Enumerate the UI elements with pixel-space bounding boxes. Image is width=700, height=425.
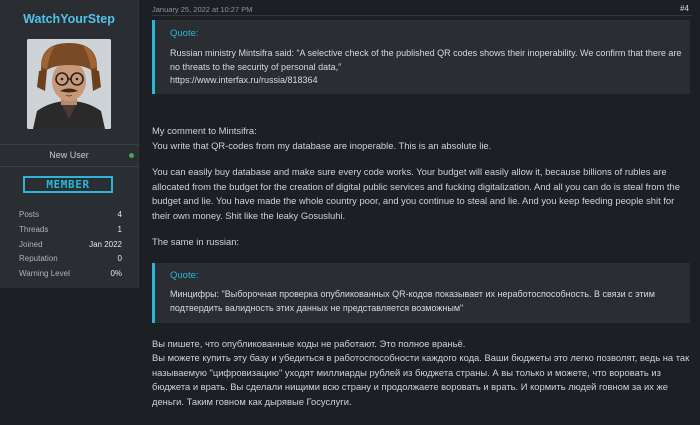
avatar[interactable] (27, 39, 111, 129)
stat-label: Joined (19, 239, 43, 249)
quote-block-russian: Quote: Минцифры: "Выборочная проверка оп… (152, 263, 690, 323)
comment-line: You write that QR-codes from my database… (152, 139, 492, 151)
sidebar-divider (0, 166, 138, 167)
stat-row-warning-level: Warning Level 0% (19, 267, 122, 282)
user-sidebar: WatchYourStep New User MEMBER Posts 4 Th… (0, 0, 139, 288)
same-in-russian: The same in russian: (152, 236, 240, 247)
quote-block: Quote: Russian ministry Mintsifra said: … (152, 20, 690, 94)
sidebar-divider (0, 144, 138, 145)
stat-label: Warning Level (19, 269, 70, 279)
russian-paragraph: Вы можете купить эту базу и убедиться в … (152, 352, 690, 407)
post-body-english: My comment to Mintsifra: You write that … (152, 124, 692, 153)
online-status-icon (129, 153, 134, 158)
quote-label: Quote: (170, 270, 199, 281)
comment-paragraph: You can easily buy database and make sur… (152, 166, 680, 221)
avatar-image (27, 39, 111, 129)
quote-link[interactable]: https://www.interfax.ru/russia/818364 (170, 74, 318, 88)
user-stats: Posts 4 Threads 1 Joined Jan 2022 Reputa… (19, 208, 122, 282)
quote-text: Russian ministry Mintsifra said: “A sele… (170, 48, 682, 72)
stat-value: 1 (117, 224, 122, 234)
stat-value: Jan 2022 (89, 239, 122, 249)
stat-row-posts: Posts 4 (19, 208, 122, 223)
post-header-divider (152, 15, 692, 16)
stat-value: 0% (110, 269, 122, 279)
post-date: January 25, 2022 at 10:27 PM (152, 5, 253, 14)
stat-row-threads: Threads 1 (19, 223, 122, 238)
post-number-link[interactable]: #4 (680, 4, 689, 13)
stat-label: Posts (19, 210, 40, 219)
stat-row-joined: Joined Jan 2022 (19, 238, 122, 253)
stat-label: Threads (19, 224, 49, 234)
user-title: New User (49, 150, 89, 160)
stat-row-reputation: Reputation 0 (19, 252, 122, 267)
russian-line: Вы пишете, что опубликованные коды не ра… (152, 338, 466, 349)
username-link[interactable]: WatchYourStep (0, 12, 138, 26)
quote-text: Минцифры: "Выборочная проверка опубликов… (170, 289, 655, 313)
stat-value: 4 (117, 210, 122, 219)
quote-label: Quote: (170, 28, 199, 39)
comment-intro: My comment to Mintsifra: (152, 125, 257, 136)
stat-value: 0 (117, 254, 122, 264)
stat-label: Reputation (19, 254, 58, 264)
member-banner: MEMBER (23, 176, 113, 193)
